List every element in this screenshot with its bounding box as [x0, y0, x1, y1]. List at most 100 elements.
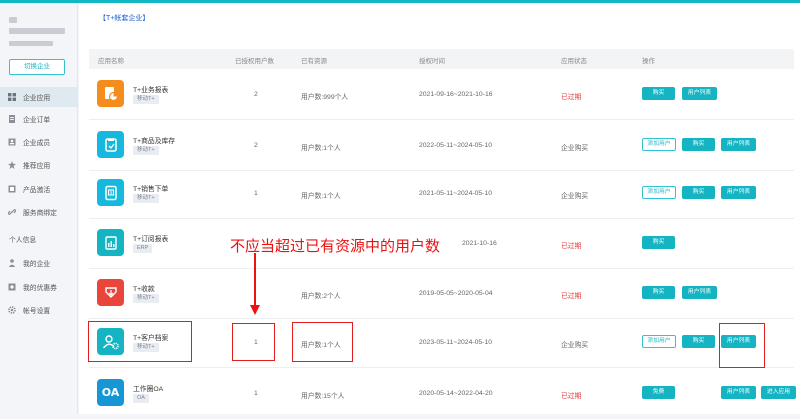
oa-icon-text: OA	[101, 386, 120, 399]
table-row: OA 工作圈OA OA 1 用户数:15个人 2020-05-14~2022-0…	[89, 368, 796, 419]
add-user-button[interactable]: 添加用户	[642, 138, 676, 151]
auth-time: 2023-05-11~2024-05-10	[419, 339, 492, 346]
add-user-button[interactable]: 添加用户	[642, 335, 676, 348]
buy-button[interactable]: 购买	[642, 286, 675, 299]
user-list-button[interactable]: 用户列表	[721, 386, 756, 399]
app-name: T+销售下单	[133, 186, 169, 193]
annotation-text: 不应当超过已有资源中的用户数	[230, 238, 441, 255]
app-tag: 移动T+	[133, 294, 159, 303]
sidebar-item-recommended-apps[interactable]: 推荐应用	[0, 155, 78, 175]
header-resources: 已有资源	[301, 58, 327, 65]
app-tag: 移动T+	[133, 146, 159, 155]
sidebar-item-label: 服务商绑定	[23, 210, 57, 217]
header-actions: 操作	[642, 58, 655, 65]
app-tag: 移动T+	[133, 194, 159, 203]
app-name: T+商品及库存	[133, 138, 176, 145]
switch-company-button[interactable]: 切换企业	[9, 59, 65, 75]
table-row: T+客户档案 移动T+ 1 用户数:1个人 2023-05-11~2024-05…	[89, 317, 794, 368]
add-user-button[interactable]: 添加用户	[642, 186, 676, 199]
buy-button[interactable]: 购买	[682, 335, 715, 348]
resource-count: 用户数:2个人	[301, 293, 341, 300]
member-icon	[8, 138, 16, 146]
authorized-users: 2	[254, 142, 258, 149]
sidebar-item-label: 产品激活	[23, 187, 51, 194]
status-badge: 已过期	[561, 393, 582, 400]
sidebar-item-enterprise-members[interactable]: 企业成员	[0, 132, 78, 152]
table-row: $ T+销售下单 移动T+ 1 用户数:1个人 2021-05-11~2024-…	[89, 168, 794, 219]
status-badge: 已过期	[561, 243, 582, 250]
authorized-users: 1	[254, 390, 258, 397]
buy-button[interactable]: 购买	[682, 138, 715, 151]
sidebar-item-label: 推荐应用	[23, 163, 51, 170]
sidebar-item-enterprise-apps[interactable]: 企业应用	[0, 87, 78, 107]
buy-button[interactable]: 购买	[642, 87, 675, 100]
enter-app-button[interactable]: 进入应用	[761, 386, 796, 399]
header-app-status: 应用状态	[561, 58, 587, 65]
auth-time: 2020-05-14~2022-04-20	[419, 390, 493, 397]
resource-count: 用户数:1个人	[301, 193, 341, 200]
auth-time: 2019-05-05~2020-05-04	[419, 290, 493, 297]
business-report-icon	[97, 80, 124, 107]
blurred-company-name	[9, 28, 65, 34]
auth-time: 2021-10-16	[462, 240, 497, 247]
sidebar-item-my-enterprise[interactable]: 我的企业	[0, 253, 78, 273]
header-auth-time: 授权时间	[419, 58, 445, 65]
coupon-icon	[8, 283, 16, 291]
auth-time: 2021-05-11~2024-05-10	[419, 190, 492, 197]
person-icon	[8, 259, 16, 267]
annotation-arrow-head	[250, 305, 260, 315]
status-badge: 企业购买	[561, 342, 589, 349]
app-name: T+收款	[133, 286, 155, 293]
annotation-box-user-list	[719, 323, 765, 368]
table-row: T+业务报表 移动T+ 2 用户数:999个人 2021-09-16~2021-…	[89, 69, 794, 120]
blurred-company-id	[9, 41, 53, 46]
auth-time: 2022-05-11~2024-05-10	[419, 142, 492, 149]
payment-collection-icon	[97, 279, 124, 306]
free-button[interactable]: 免费	[642, 386, 675, 399]
sidebar-item-account-settings[interactable]: 帐号设置	[0, 300, 78, 320]
header-authorized-users: 已授权用户数	[235, 58, 274, 65]
oa-app-icon: OA	[97, 379, 124, 406]
star-icon	[8, 161, 16, 169]
buy-button[interactable]: 购买	[642, 236, 675, 249]
order-icon	[8, 115, 16, 123]
table-header: 应用名称 已授权用户数 已有资源 授权时间 应用状态 操作	[89, 49, 794, 69]
activate-icon	[8, 185, 16, 193]
personal-info-section-label: 个人信息	[9, 237, 37, 244]
annotation-box-app	[88, 321, 192, 362]
annotation-box-users	[232, 323, 275, 361]
resource-count: 用户数:1个人	[301, 145, 341, 152]
authorized-users: 2	[254, 91, 258, 98]
blurred-company-name	[9, 17, 17, 23]
app-name: 工作圈OA	[133, 386, 164, 393]
sales-order-icon: $	[97, 179, 124, 206]
app-tag: 移动T+	[133, 95, 159, 104]
resource-count: 用户数:15个人	[301, 393, 345, 400]
status-badge: 已过期	[561, 293, 582, 300]
auth-time: 2021-09-16~2021-10-16	[419, 91, 493, 98]
status-badge: 企业购买	[561, 145, 589, 152]
grid-icon	[8, 93, 16, 101]
buy-button[interactable]: 购买	[682, 186, 715, 199]
sidebar-item-product-activation[interactable]: 产品激活	[0, 179, 78, 199]
table-row: T+收款 移动T+ 用户数:2个人 2019-05-05~2020-05-04 …	[89, 268, 794, 319]
user-list-button[interactable]: 用户列表	[682, 87, 717, 100]
sidebar-item-my-coupons[interactable]: 我的优惠券	[0, 277, 78, 297]
sidebar-item-label: 我的企业	[23, 261, 51, 268]
sidebar-item-label: 我的优惠券	[23, 285, 57, 292]
sidebar-item-label: 企业成员	[23, 140, 51, 147]
inventory-icon	[97, 131, 124, 158]
user-list-button[interactable]: 用户列表	[721, 138, 756, 151]
svg-text:$: $	[109, 190, 112, 196]
authorized-users: 1	[254, 190, 258, 197]
main-content: 【T+帐套企业】 应用名称 已授权用户数 已有资源 授权时间 应用状态 操作 T…	[79, 3, 800, 414]
gear-icon	[8, 306, 16, 314]
app-name: T+订阅报表	[133, 236, 169, 243]
table-row: T+订阅报表 ERP 2021-10-16 已过期 购买	[89, 218, 794, 269]
sidebar-item-service-binding[interactable]: 服务商绑定	[0, 202, 78, 222]
user-list-button[interactable]: 用户列表	[682, 286, 717, 299]
user-list-button[interactable]: 用户列表	[721, 186, 756, 199]
sidebar-item-label: 帐号设置	[23, 308, 51, 315]
sidebar-item-enterprise-orders[interactable]: 企业订单	[0, 109, 78, 129]
table-row: T+商品及库存 移动T+ 2 用户数:1个人 2022-05-11~2024-0…	[89, 120, 794, 171]
